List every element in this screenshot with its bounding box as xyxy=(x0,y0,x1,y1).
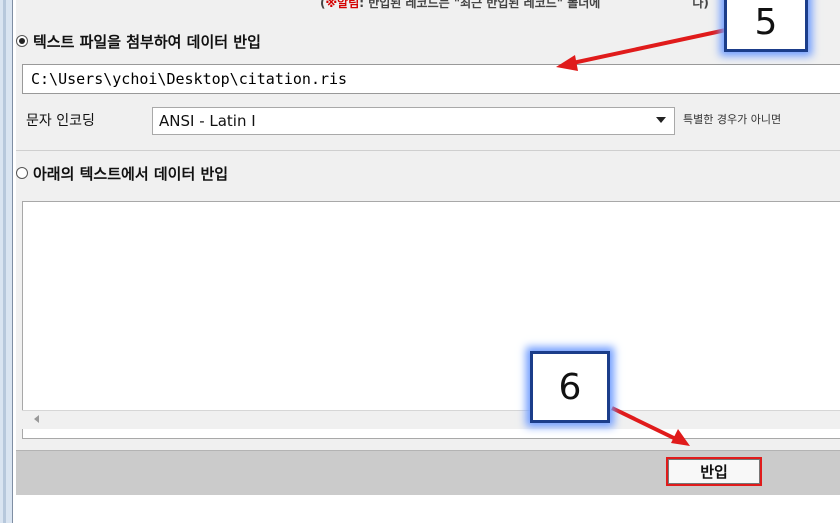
step-5-callout: 5 xyxy=(724,0,808,52)
step-6-callout: 6 xyxy=(530,351,610,423)
arrow-6-head xyxy=(671,429,690,446)
arrow-5-head xyxy=(556,55,578,71)
arrow-6-line xyxy=(611,406,681,443)
annotation-arrows xyxy=(556,28,727,446)
arrow-5-line xyxy=(567,28,727,66)
